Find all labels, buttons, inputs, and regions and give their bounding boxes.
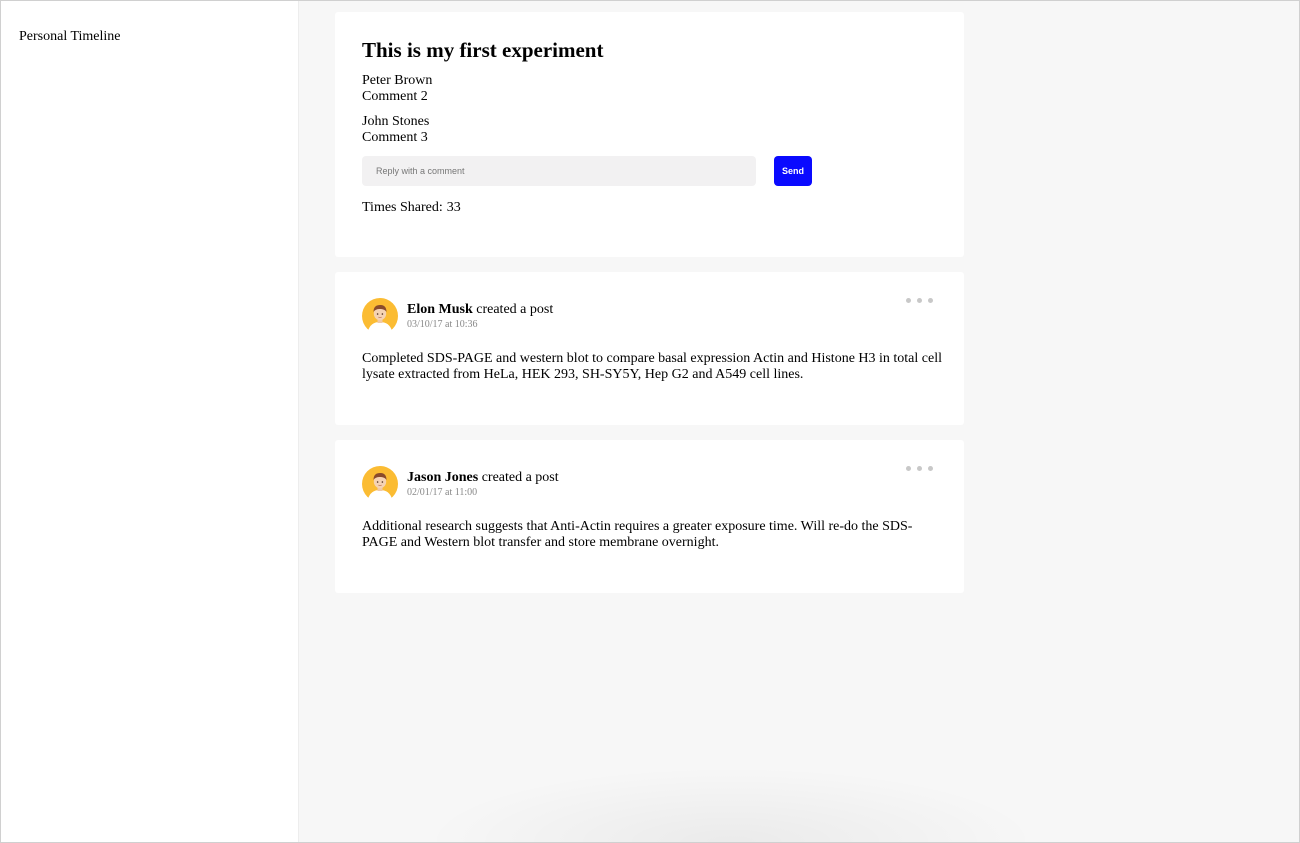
post-card: Elon Musk created a post 03/10/17 at 10:… xyxy=(335,272,964,425)
comment-author: John Stones xyxy=(362,114,430,129)
times-shared-label: Times Shared: xyxy=(362,200,443,215)
post-author[interactable]: Elon Musk xyxy=(407,302,473,317)
comment-author: Peter Brown xyxy=(362,73,433,88)
sidebar: Personal Timeline xyxy=(1,1,299,842)
times-shared: Times Shared: 33 xyxy=(362,200,461,216)
comment-item: Peter Brown Comment 2 xyxy=(362,73,432,105)
more-options-icon[interactable] xyxy=(906,466,934,472)
post-author[interactable]: Jason Jones xyxy=(407,470,478,485)
reply-comment-input[interactable] xyxy=(362,156,756,186)
post-body: Completed SDS-PAGE and western blot to c… xyxy=(362,351,942,382)
more-options-icon[interactable] xyxy=(906,298,934,304)
post-card: Jason Jones created a post 02/01/17 at 1… xyxy=(335,440,964,593)
sidebar-item-personal-timeline[interactable]: Personal Timeline xyxy=(19,29,121,45)
user-avatar-icon[interactable] xyxy=(362,466,398,502)
post-timestamp: 02/01/17 at 11:00 xyxy=(407,487,478,498)
app-window: Personal Timeline This is my first exper… xyxy=(0,0,1300,843)
reply-row: Send xyxy=(362,156,822,186)
experiment-title: This is my first experiment xyxy=(362,38,604,62)
comment-text: Comment 2 xyxy=(362,89,428,104)
post-body: Additional research suggests that Anti-A… xyxy=(362,519,913,550)
experiment-card: This is my first experiment Peter Brown … xyxy=(335,12,964,257)
post-action: created a post xyxy=(476,302,554,317)
post-timestamp: 03/10/17 at 10:36 xyxy=(407,319,478,330)
comment-text: Comment 3 xyxy=(362,130,428,145)
post-action: created a post xyxy=(481,470,559,485)
post-header: Jason Jones created a post 02/01/17 at 1… xyxy=(407,470,559,500)
comment-item: John Stones Comment 3 xyxy=(362,114,429,146)
user-avatar-icon[interactable] xyxy=(362,298,398,334)
bottom-shadow xyxy=(421,766,1041,842)
send-button[interactable]: Send xyxy=(774,156,812,186)
times-shared-count: 33 xyxy=(446,200,461,215)
post-header: Elon Musk created a post 03/10/17 at 10:… xyxy=(407,302,553,332)
